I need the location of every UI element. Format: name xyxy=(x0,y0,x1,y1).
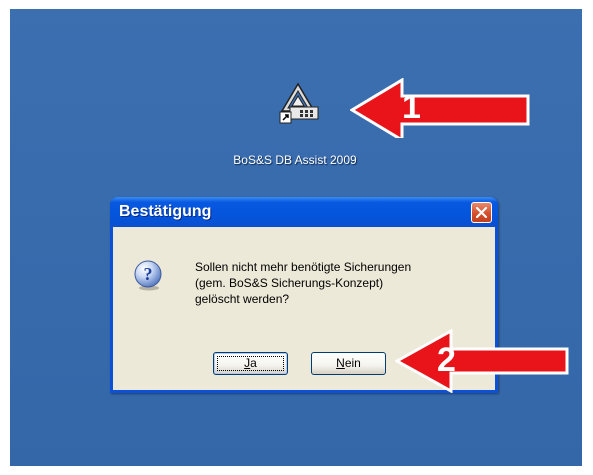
shortcut-label[interactable]: BoS&S DB Assist 2009 xyxy=(215,153,375,167)
dialog-message: Sollen nicht mehr benötigte Sicherungen … xyxy=(195,259,495,307)
no-button-label: ein xyxy=(344,356,361,370)
focus-rectangle xyxy=(217,356,284,371)
svg-text:?: ? xyxy=(144,264,153,284)
dialog-title: Bestätigung xyxy=(119,203,212,220)
annotation-arrow-1: 1 xyxy=(350,78,540,138)
step-1-label: 1 xyxy=(402,88,421,126)
question-icon: ? xyxy=(132,259,164,291)
bos-db-assist-app-icon[interactable] xyxy=(278,81,322,125)
no-button-mnemonic: N xyxy=(336,356,345,370)
message-line: gelöscht werden? xyxy=(195,292,290,306)
yes-button[interactable]: Ja xyxy=(213,352,288,375)
close-icon xyxy=(475,206,488,219)
close-button[interactable] xyxy=(471,202,492,223)
dialog-titlebar[interactable]: Bestätigung xyxy=(110,197,498,227)
desktop: BoS&S DB Assist 2009 1 Bestätigung ? Sol… xyxy=(10,9,582,466)
annotation-arrow-2: 2 xyxy=(395,327,575,393)
no-button[interactable]: Nein xyxy=(311,352,386,375)
message-line: (gem. BoS&S Sicherungs-Konzept) xyxy=(195,276,384,290)
message-line: Sollen nicht mehr benötigte Sicherungen xyxy=(195,260,412,274)
step-2-label: 2 xyxy=(437,341,456,379)
